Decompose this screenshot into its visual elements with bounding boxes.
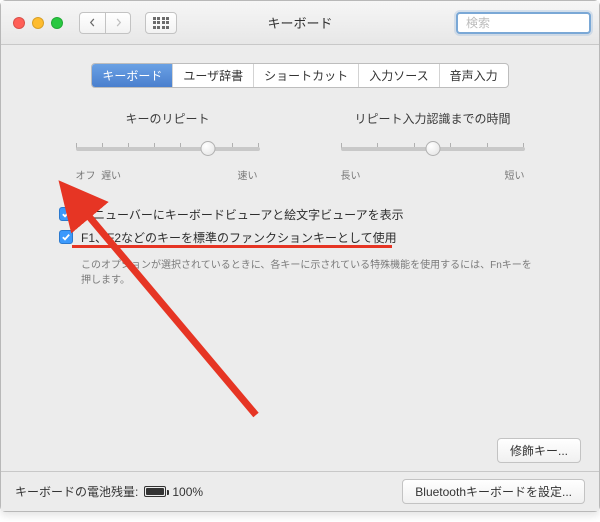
titlebar: キーボード xyxy=(1,1,599,45)
fn-keys-label: F1、F2などのキーを標準のファンクションキーとして使用 xyxy=(81,229,397,246)
battery-status: キーボードの電池残量: 100% xyxy=(15,483,203,500)
zoom-icon[interactable] xyxy=(51,17,63,29)
key-repeat-scale: オフ 遅い 速い xyxy=(76,167,260,182)
battery-label: キーボードの電池残量: xyxy=(15,483,138,500)
annotation-underline xyxy=(72,245,392,248)
tab-bar: キーボード ユーザ辞書 ショートカット 入力ソース 音声入力 xyxy=(91,63,508,88)
nav-buttons xyxy=(79,12,131,34)
keyboard-prefs-window: キーボード キーボード ユーザ辞書 ショートカット 入力ソース 音声入力 キーの… xyxy=(0,0,600,512)
repeat-delay-slider[interactable] xyxy=(341,135,525,165)
repeat-delay-group: リピート入力認識までの時間 長い 短い xyxy=(341,110,525,182)
battery-icon xyxy=(144,486,166,497)
repeat-delay-label: リピート入力認識までの時間 xyxy=(341,110,525,127)
search-field[interactable] xyxy=(456,12,591,34)
traffic-lights xyxy=(13,17,63,29)
tab-user-dictionary[interactable]: ユーザ辞書 xyxy=(173,64,254,87)
repeat-delay-knob[interactable] xyxy=(425,141,440,156)
footer: キーボードの電池残量: 100% Bluetoothキーボードを設定... xyxy=(1,471,599,511)
key-repeat-group: キーのリピート オフ 遅い 速い xyxy=(76,110,260,182)
content-area: キーボード ユーザ辞書 ショートカット 入力ソース 音声入力 キーのリピート オ… xyxy=(1,45,599,471)
key-repeat-slider[interactable] xyxy=(76,135,260,165)
tab-keyboard[interactable]: キーボード xyxy=(92,64,173,87)
show-viewers-checkbox[interactable] xyxy=(59,207,73,221)
back-button[interactable] xyxy=(79,12,105,34)
repeat-delay-scale: 長い 短い xyxy=(341,167,525,182)
show-viewers-label: メニューバーにキーボードビューアと絵文字ビューアを表示 xyxy=(81,206,404,223)
check-icon xyxy=(61,209,71,219)
show-all-button[interactable] xyxy=(145,12,177,34)
sliders-row: キーのリピート オフ 遅い 速い リピート入力認識までの時間 xyxy=(15,106,585,198)
options-section: メニューバーにキーボードビューアと絵文字ビューアを表示 F1、F2などのキーを標… xyxy=(15,198,585,286)
modifier-keys-area: 修飾キー... xyxy=(497,438,581,463)
show-viewers-option[interactable]: メニューバーにキーボードビューアと絵文字ビューアを表示 xyxy=(59,206,541,223)
minimize-icon[interactable] xyxy=(32,17,44,29)
check-icon xyxy=(61,232,71,242)
forward-button[interactable] xyxy=(105,12,131,34)
tab-input-sources[interactable]: 入力ソース xyxy=(359,64,439,87)
tab-shortcuts[interactable]: ショートカット xyxy=(254,64,359,87)
fn-keys-note: このオプションが選択されているときに、各キーに示されている特殊機能を使用するには… xyxy=(59,256,541,286)
modifier-keys-button[interactable]: 修飾キー... xyxy=(497,438,581,463)
fn-keys-option[interactable]: F1、F2などのキーを標準のファンクションキーとして使用 このオプションが選択さ… xyxy=(59,229,541,286)
close-icon[interactable] xyxy=(13,17,25,29)
search-input[interactable] xyxy=(466,16,600,30)
battery-pct: 100% xyxy=(172,485,203,499)
key-repeat-label: キーのリピート xyxy=(76,110,260,127)
bluetooth-setup-button[interactable]: Bluetoothキーボードを設定... xyxy=(402,479,585,504)
fn-keys-checkbox[interactable] xyxy=(59,230,73,244)
key-repeat-knob[interactable] xyxy=(200,141,215,156)
tab-dictation[interactable]: 音声入力 xyxy=(440,64,508,87)
